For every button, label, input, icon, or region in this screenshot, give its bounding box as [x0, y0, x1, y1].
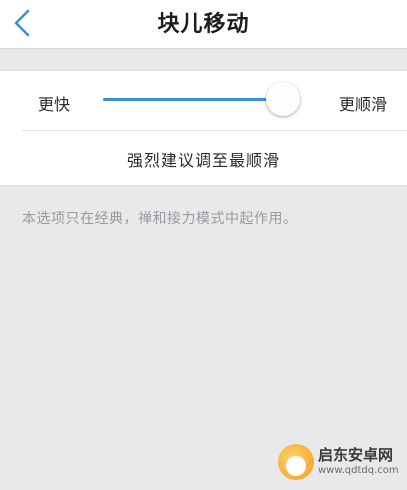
slider-max-label: 更顺滑: [338, 95, 387, 114]
speed-setting-card: 更快 更顺滑 强烈建议调至最顺滑: [0, 70, 407, 186]
page-title: 块儿移动: [157, 12, 250, 37]
watermark-brand: 启东安卓网: [318, 446, 394, 464]
slider-min-label: 更快: [38, 95, 71, 114]
divider: [22, 130, 407, 131]
speed-slider-track[interactable]: [103, 98, 283, 101]
watermark-url: www.qdtdq.com: [318, 465, 399, 476]
mode-note: 本选项只在经典，禅和接力模式中起作用。: [22, 211, 298, 227]
navigation-bar: 块儿移动: [0, 0, 407, 49]
watermark-logo-icon: [278, 444, 314, 480]
watermark: 启东安卓网 www.qdtdq.com: [278, 440, 404, 484]
recommendation-text: 强烈建议调至最顺滑: [126, 151, 280, 170]
speed-slider-thumb[interactable]: [266, 82, 300, 116]
